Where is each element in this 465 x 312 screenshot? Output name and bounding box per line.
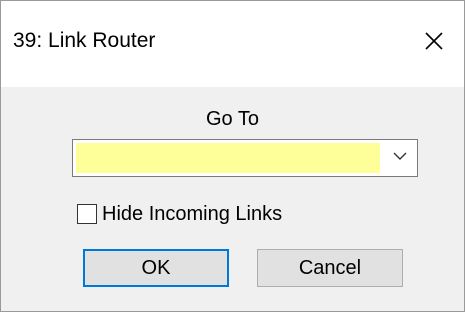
goto-input[interactable]: [76, 143, 380, 173]
title-bar: 39: Link Router: [1, 1, 464, 87]
chevron-down-icon: [393, 152, 407, 160]
goto-dropdown-button[interactable]: [383, 140, 417, 176]
link-router-dialog: 39: Link Router Go To Hide Incoming Link…: [0, 0, 465, 312]
dialog-title: 39: Link Router: [13, 29, 156, 52]
ok-button[interactable]: OK: [83, 249, 229, 287]
close-button[interactable]: [414, 21, 454, 61]
close-icon: [425, 32, 443, 50]
goto-combobox[interactable]: [72, 139, 418, 177]
cancel-button[interactable]: Cancel: [257, 249, 403, 287]
hide-incoming-label[interactable]: Hide Incoming Links: [102, 203, 282, 226]
hide-incoming-row[interactable]: Hide Incoming Links: [77, 201, 282, 227]
hide-incoming-checkbox[interactable]: [77, 204, 97, 224]
goto-label: Go To: [206, 108, 259, 130]
